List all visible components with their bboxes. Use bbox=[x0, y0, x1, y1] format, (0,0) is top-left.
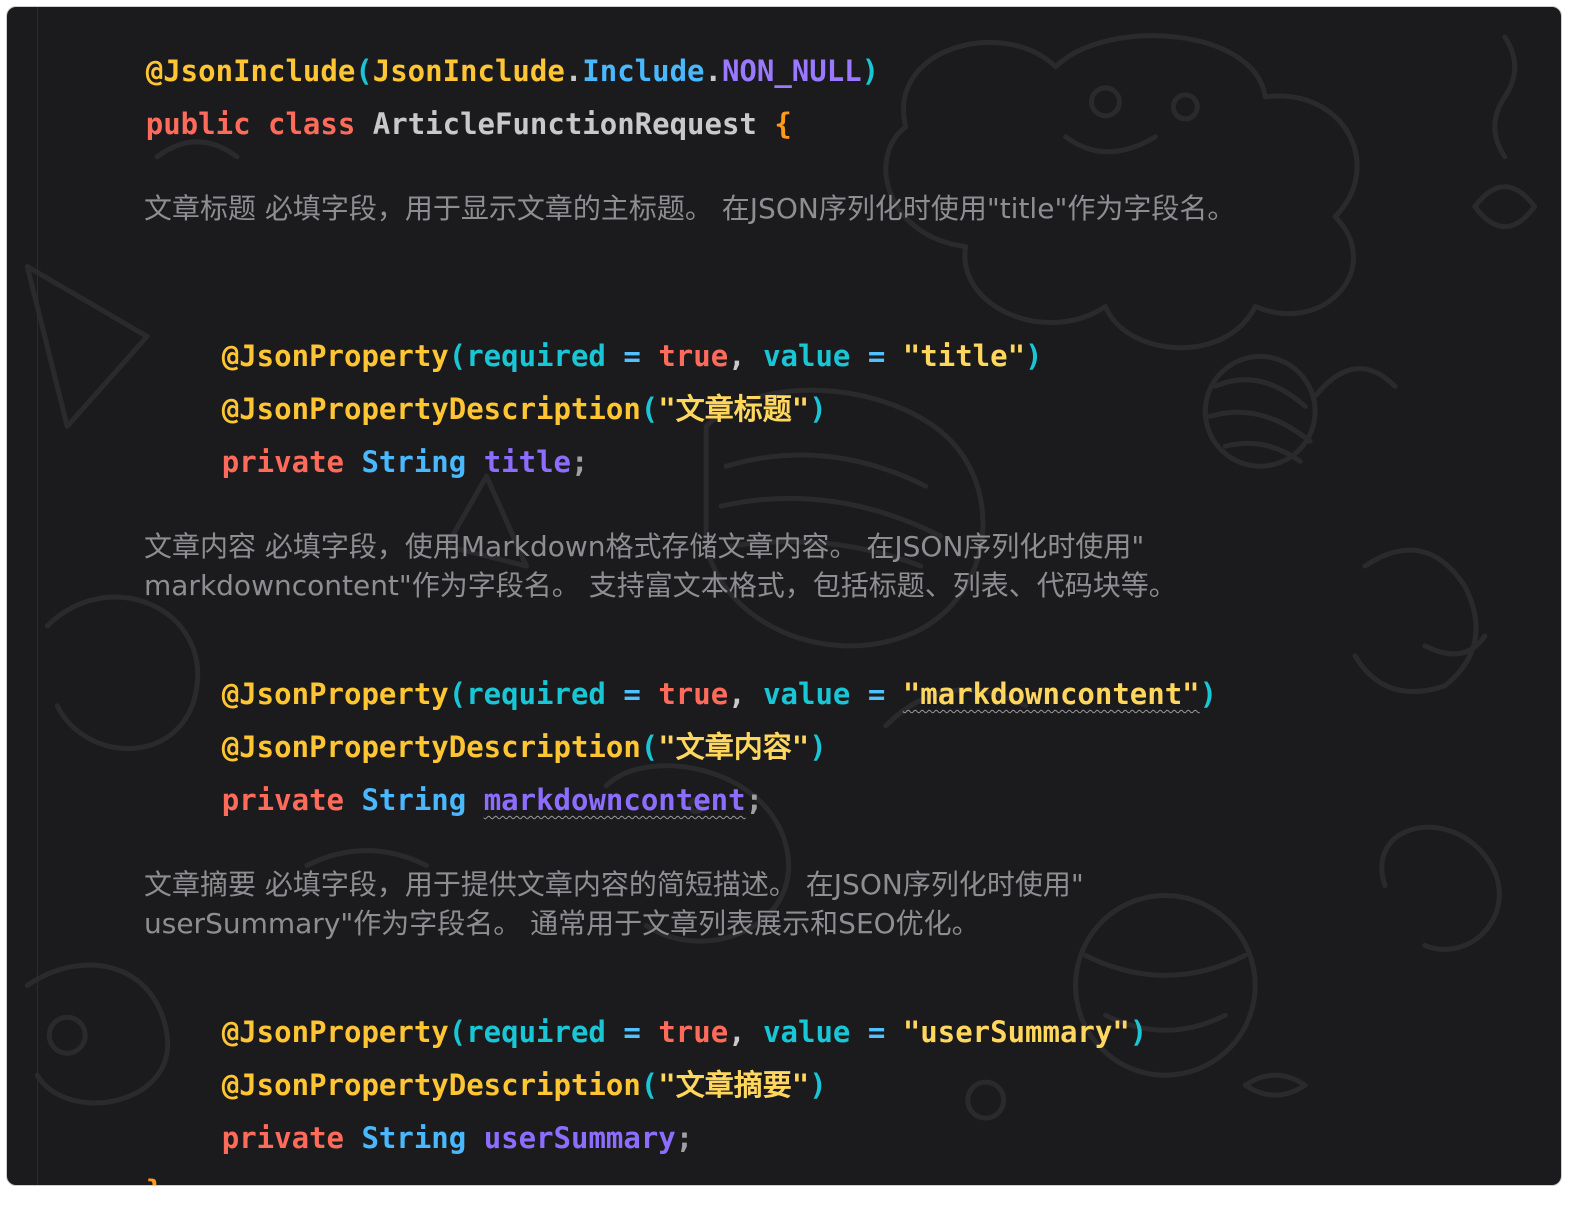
string-value: "userSummary" bbox=[902, 1015, 1130, 1049]
code-area[interactable]: @JsonInclude(JsonInclude.Include.NON_NUL… bbox=[7, 7, 1561, 1185]
code-line-json-property: @JsonProperty(required = true, value = "… bbox=[117, 296, 1043, 373]
string-value-spellcheck[interactable]: "markdowncontent" bbox=[903, 677, 1200, 711]
equals-sign: = bbox=[867, 339, 886, 373]
doc-comment-markdowncontent: 文章内容 必填字段，使用Markdown格式存储文章内容。 在JSON序列化时使… bbox=[144, 530, 1177, 602]
code-line-field-declaration: private String markdowncontent; bbox=[117, 740, 763, 817]
class-keyword: class bbox=[268, 107, 356, 141]
close-paren: ) bbox=[809, 392, 827, 426]
equals-sign: = bbox=[867, 677, 886, 711]
field-modifier: private bbox=[221, 783, 344, 817]
string-value: "title" bbox=[902, 339, 1026, 373]
field-type: String bbox=[361, 445, 467, 479]
description-string: "文章标题" bbox=[658, 392, 810, 426]
class-name: ArticleFunctionRequest bbox=[372, 107, 757, 141]
code-line-json-property-description: @JsonPropertyDescription("文章内容") bbox=[117, 687, 827, 764]
doc-comment-usersummary: 文章摘要 必填字段，用于提供文章内容的简短描述。 在JSON序列化时使用" us… bbox=[144, 868, 1084, 940]
class-modifier: public bbox=[145, 107, 251, 141]
semicolon: ; bbox=[745, 783, 764, 817]
code-line-class-declaration: public class ArticleFunctionRequest { bbox=[41, 64, 792, 141]
equals-sign: = bbox=[867, 1015, 886, 1049]
close-paren: ) bbox=[1129, 1015, 1148, 1049]
close-paren: ) bbox=[809, 1068, 827, 1102]
code-line-class-close: } bbox=[41, 1131, 163, 1185]
annotation-close-paren: ) bbox=[861, 54, 880, 88]
code-line-json-property: @JsonProperty(required = true, value = "… bbox=[117, 634, 1217, 711]
semicolon: ; bbox=[571, 445, 589, 479]
code-line-field-declaration: private String userSummary; bbox=[117, 1078, 693, 1155]
field-type: String bbox=[361, 1121, 467, 1155]
code-line-json-property: @JsonProperty(required = true, value = "… bbox=[117, 972, 1148, 1049]
field-modifier: private bbox=[221, 445, 344, 479]
code-line-json-property-description: @JsonPropertyDescription("文章标题") bbox=[117, 349, 827, 426]
field-name: userSummary bbox=[483, 1121, 676, 1155]
code-line-field-declaration: private String title; bbox=[117, 402, 589, 479]
field-name: title bbox=[483, 445, 571, 479]
close-paren: ) bbox=[1025, 339, 1043, 373]
close-paren: ) bbox=[1199, 677, 1218, 711]
field-type: String bbox=[361, 783, 467, 817]
class-close-brace: } bbox=[146, 1174, 163, 1185]
semicolon: ; bbox=[675, 1121, 694, 1155]
close-paren: ) bbox=[809, 730, 827, 764]
field-modifier: private bbox=[221, 1121, 344, 1155]
open-paren: ( bbox=[640, 392, 659, 426]
class-open-brace: { bbox=[774, 107, 792, 141]
doc-comment-title: 文章标题 必填字段，用于显示文章的主标题。 在JSON序列化时使用"title"… bbox=[144, 192, 1236, 225]
code-editor[interactable]: @JsonInclude(JsonInclude.Include.NON_NUL… bbox=[6, 6, 1562, 1186]
code-line-class-annotation: @JsonInclude(JsonInclude.Include.NON_NUL… bbox=[41, 11, 879, 88]
field-name-spellcheck[interactable]: markdowncontent bbox=[484, 783, 746, 817]
code-line-json-property-description: @JsonPropertyDescription("文章摘要") bbox=[117, 1025, 827, 1102]
